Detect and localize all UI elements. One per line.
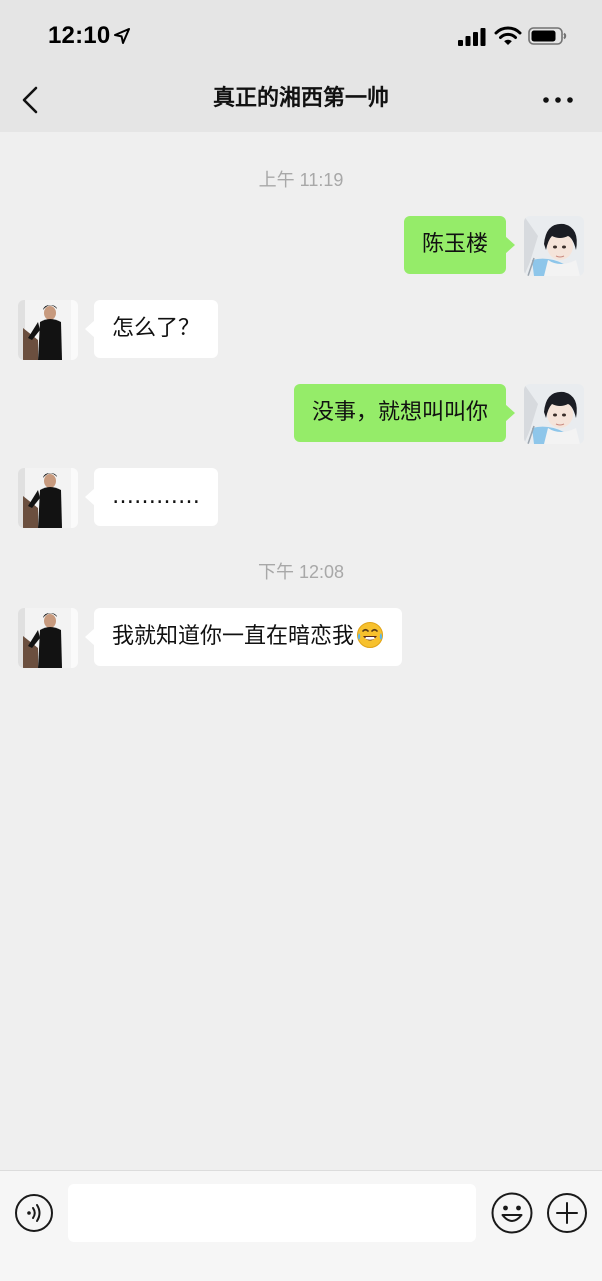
avatar-self[interactable] bbox=[524, 384, 584, 444]
location-arrow-icon bbox=[114, 28, 130, 44]
cellular-signal-icon bbox=[458, 28, 486, 46]
avatar-self[interactable] bbox=[524, 216, 584, 276]
timestamp: 下午 12:08 bbox=[257, 562, 345, 582]
message-bubble-sent[interactable]: 陈玉楼 bbox=[403, 216, 516, 274]
message-bubble-received[interactable]: 怎么了？ bbox=[84, 300, 219, 358]
chevron-left-icon[interactable] bbox=[16, 84, 48, 116]
smiley-icon[interactable] bbox=[490, 1191, 534, 1235]
message-bubble-received[interactable]: ………… bbox=[85, 468, 218, 526]
wifi-icon bbox=[494, 26, 522, 45]
message-bubble-sent[interactable]: 没事，就想叫叫你 bbox=[293, 384, 516, 442]
input-bar bbox=[0, 1170, 602, 1281]
battery-icon bbox=[528, 27, 567, 45]
avatar-contact[interactable] bbox=[18, 608, 78, 668]
message-bubble-received[interactable]: 我就知道你一直在暗恋我 bbox=[84, 608, 403, 666]
message-text: 我就知道你一直在暗恋我 bbox=[112, 624, 355, 649]
avatar-contact[interactable] bbox=[18, 468, 78, 528]
avatar-contact[interactable] bbox=[18, 300, 78, 360]
voice-icon[interactable] bbox=[14, 1193, 54, 1233]
timestamp: 上午 11:19 bbox=[258, 170, 344, 190]
status-bar: 12:10 bbox=[0, 0, 602, 72]
plus-circle-icon[interactable] bbox=[546, 1192, 588, 1234]
laughing-crying-emoji-icon bbox=[357, 622, 384, 648]
navigation-bar: 真正的湘西第一帅 bbox=[0, 72, 602, 132]
message-input[interactable] bbox=[68, 1184, 476, 1242]
status-time: 12:10 bbox=[48, 22, 111, 49]
chat-title: 真正的湘西第一帅 bbox=[212, 86, 389, 111]
more-dots-icon[interactable] bbox=[538, 86, 578, 114]
